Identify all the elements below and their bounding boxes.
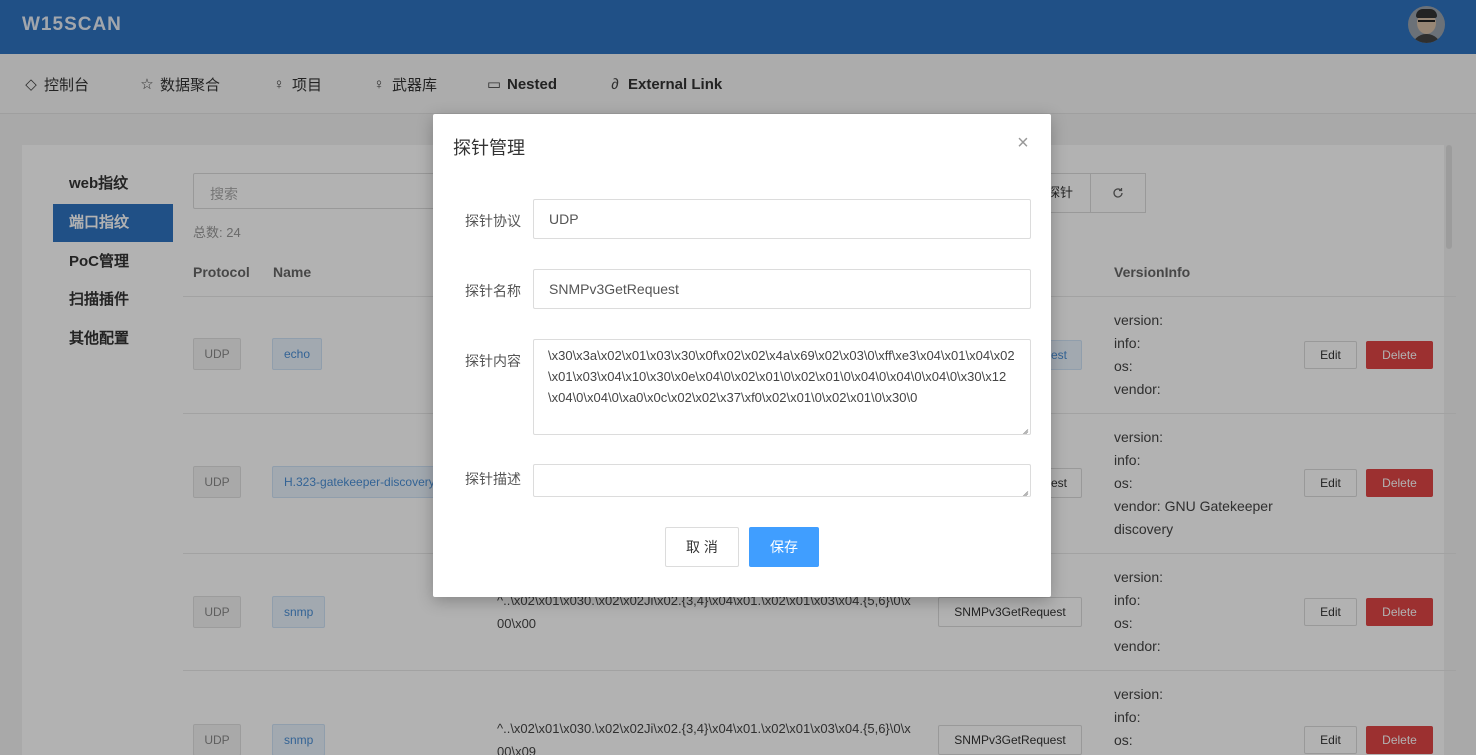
probe-content-text: \x30\x3a\x02\x01\x03\x30\x0f\x02\x02\x4a… [548, 348, 1015, 405]
save-button[interactable]: 保存 [749, 527, 819, 567]
cancel-button[interactable]: 取 消 [665, 527, 739, 567]
close-icon[interactable]: × [1015, 133, 1031, 153]
probe-desc-field[interactable] [533, 464, 1031, 497]
probe-content-label: 探针内容 [465, 353, 521, 369]
probe-desc-label: 探针描述 [465, 471, 521, 487]
probe-manage-dialog: 探针管理 × 探针协议 UDP 探针名称 SNMPv3GetRequest 探针… [433, 114, 1051, 597]
protocol-label: 探针协议 [465, 213, 521, 229]
probe-name-label: 探针名称 [465, 283, 521, 299]
probe-content-field[interactable]: \x30\x3a\x02\x01\x03\x30\x0f\x02\x02\x4a… [533, 339, 1031, 435]
dialog-title: 探针管理 [453, 138, 525, 158]
resize-handle[interactable] [1021, 425, 1029, 433]
protocol-field[interactable]: UDP [533, 199, 1031, 239]
resize-handle[interactable] [1021, 487, 1029, 495]
probe-name-field[interactable]: SNMPv3GetRequest [533, 269, 1031, 309]
